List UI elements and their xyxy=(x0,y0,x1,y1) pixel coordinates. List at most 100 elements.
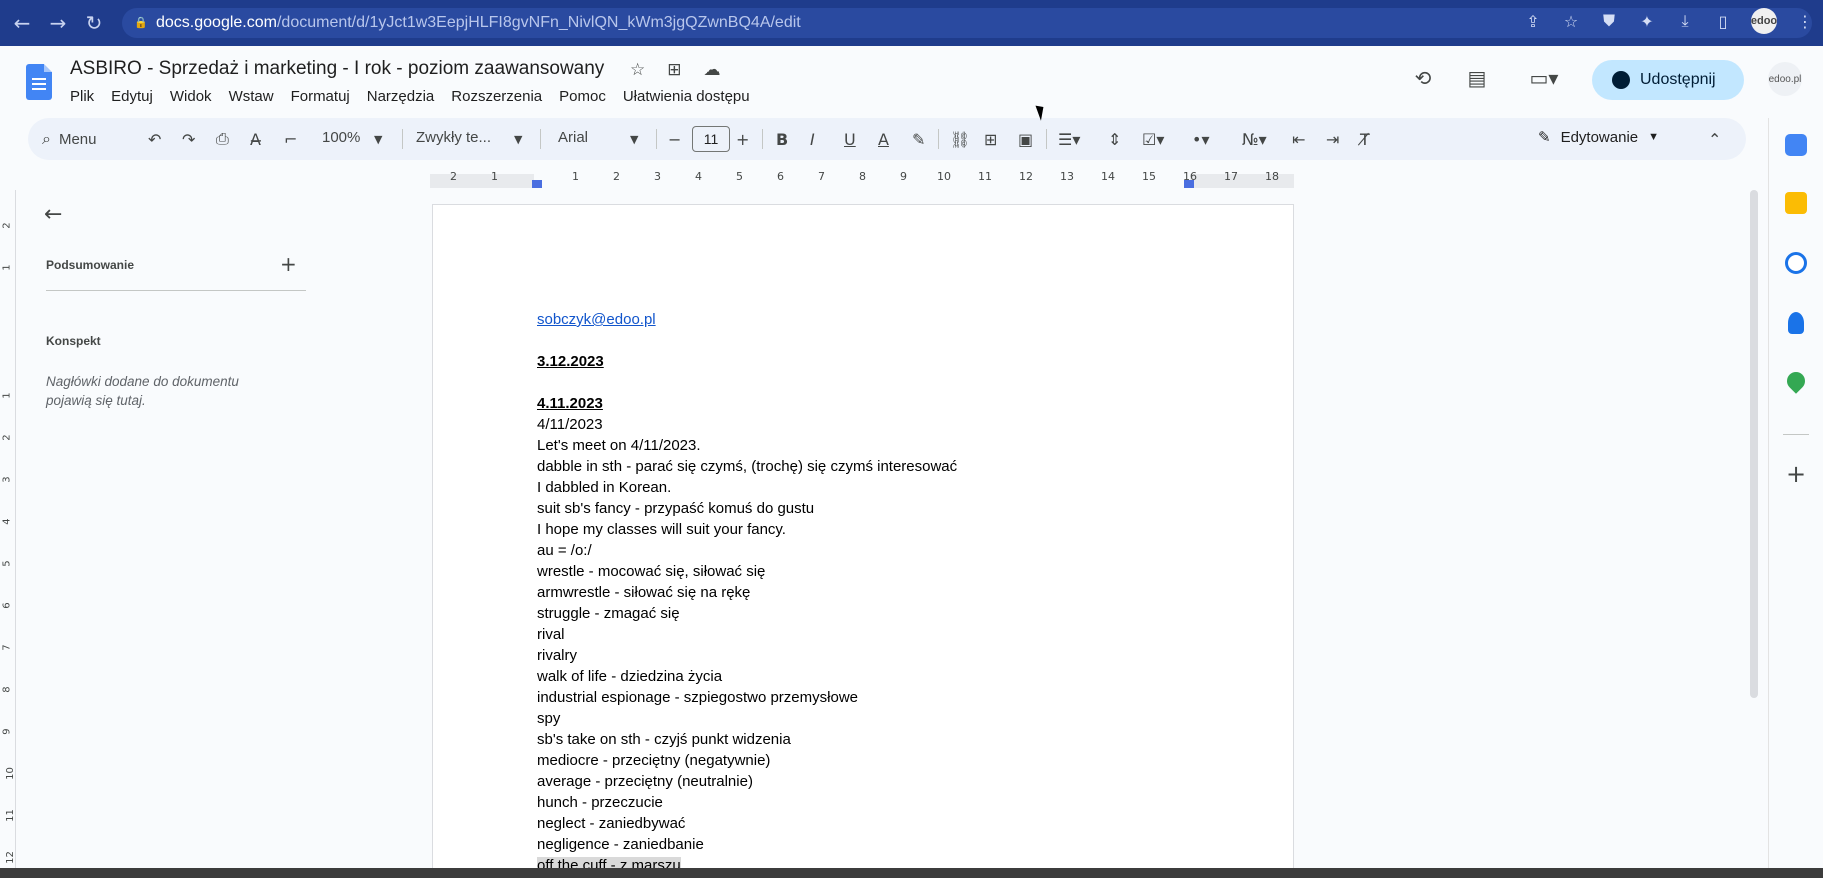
ruler-number: 13 xyxy=(1060,170,1074,183)
vertical-ruler[interactable]: 2 1 1 2 3 4 5 6 7 8 9 10 11 12 xyxy=(2,190,16,878)
font-chevron-icon[interactable]: ▼ xyxy=(630,127,638,151)
ruler-number: 9 xyxy=(900,170,907,183)
bookmark-star-icon[interactable]: ☆ xyxy=(1561,12,1581,31)
menu-bar: Plik Edytuj Widok Wstaw Formatuj Narzędz… xyxy=(70,88,767,105)
clear-formatting-icon[interactable]: T̸ xyxy=(1360,127,1370,151)
decrease-indent-icon[interactable]: ⇤ xyxy=(1292,127,1305,151)
zoom-select[interactable]: 100% xyxy=(322,129,360,146)
increase-indent-icon[interactable]: ⇥ xyxy=(1326,127,1339,151)
menu-help[interactable]: Pomoc xyxy=(559,88,614,105)
undo-icon[interactable]: ↶ xyxy=(148,127,161,151)
date-heading: 4.11.2023 xyxy=(537,395,603,412)
underline-icon[interactable]: U xyxy=(844,127,856,151)
style-chevron-icon[interactable]: ▼ xyxy=(514,127,522,151)
redo-icon[interactable]: ↷ xyxy=(182,127,195,151)
email-link[interactable]: sobczyk@edoo.pl xyxy=(537,311,656,328)
menu-tools[interactable]: Narzędzia xyxy=(367,88,443,105)
right-indent-marker[interactable] xyxy=(1184,180,1194,188)
font-select[interactable]: Arial xyxy=(558,129,588,146)
close-outline-arrow-icon[interactable]: ← xyxy=(44,202,62,227)
docs-header: ASBIRO - Sprzedaż i marketing - I rok - … xyxy=(0,46,1823,112)
back-icon[interactable]: ← xyxy=(8,9,36,37)
editing-mode-select[interactable]: ✎ Edytowanie ▼ xyxy=(1538,128,1659,146)
move-folder-icon[interactable]: ⊞ xyxy=(667,60,681,80)
puzzle-extensions-icon[interactable]: ✦ xyxy=(1637,12,1657,31)
reload-icon[interactable]: ↻ xyxy=(80,9,108,37)
bulleted-list-icon[interactable]: •▾ xyxy=(1192,127,1209,151)
tasks-icon[interactable] xyxy=(1785,252,1807,274)
profile-avatar[interactable]: edoo xyxy=(1751,8,1777,34)
menu-format[interactable]: Formatuj xyxy=(291,88,358,105)
ruler-number: 17 xyxy=(1224,170,1238,183)
bold-icon[interactable]: B xyxy=(776,127,788,151)
meet-video-icon[interactable]: ▭▾ xyxy=(1524,66,1564,92)
align-icon[interactable]: ☰▾ xyxy=(1058,127,1080,151)
numbered-list-icon[interactable]: №▾ xyxy=(1242,127,1267,151)
document-scrollbar[interactable] xyxy=(1750,190,1758,698)
menu-extensions[interactable]: Rozszerzenia xyxy=(451,88,550,105)
menu-view[interactable]: Widok xyxy=(170,88,220,105)
paint-format-icon[interactable]: ⌐ xyxy=(284,127,297,151)
checklist-icon[interactable]: ☑▾ xyxy=(1142,127,1164,151)
add-comment-icon[interactable]: ⊞ xyxy=(984,127,997,151)
menu-search[interactable]: ⌕ Menu xyxy=(36,124,138,154)
menu-edit[interactable]: Edytuj xyxy=(111,88,161,105)
browser-toolbar: ← → ↻ 🔒 docs.google.com/document/d/1yJct… xyxy=(0,0,1823,46)
style-select[interactable]: Zwykły te... xyxy=(416,129,491,146)
zoom-chevron-icon[interactable]: ▼ xyxy=(374,127,382,151)
vruler-number: 1 xyxy=(1,264,13,271)
highlight-icon[interactable]: ✎ xyxy=(912,127,925,151)
vruler-number: 8 xyxy=(1,686,13,693)
get-addons-plus-icon[interactable]: + xyxy=(1786,460,1806,488)
text-line: I dabbled in Korean. xyxy=(537,479,672,496)
increase-font-icon[interactable]: + xyxy=(736,127,749,151)
vruler-number: 2 xyxy=(1,222,13,229)
account-avatar[interactable]: edoo.pl xyxy=(1768,62,1802,96)
browser-actions: ⇪ ☆ ⛊ ✦ ⤓ ▯ edoo ⋮ xyxy=(1523,8,1815,34)
docs-logo-icon[interactable] xyxy=(26,64,52,100)
version-history-icon[interactable]: ⟲ xyxy=(1410,66,1436,92)
ruler-number: 1 xyxy=(572,170,579,183)
title-actions: ☆ ⊞ ☁ xyxy=(630,60,721,80)
left-indent-marker[interactable] xyxy=(532,180,542,188)
italic-icon[interactable]: I xyxy=(810,127,815,151)
line-spacing-icon[interactable]: ⇕ xyxy=(1108,127,1121,151)
menu-insert[interactable]: Wstaw xyxy=(229,88,282,105)
document-title[interactable]: ASBIRO - Sprzedaż i marketing - I rok - … xyxy=(70,58,604,80)
menu-file[interactable]: Plik xyxy=(70,88,102,105)
side-panel-icon[interactable]: ▯ xyxy=(1713,12,1733,31)
ruler-number: 8 xyxy=(859,170,866,183)
share-page-icon[interactable]: ⇪ xyxy=(1523,12,1543,31)
vruler-number: 2 xyxy=(1,434,13,441)
document-page[interactable]: sobczyk@edoo.pl 3.12.2023 4.11.2023 4/11… xyxy=(432,204,1294,878)
keep-icon[interactable] xyxy=(1785,192,1807,214)
download-icon[interactable]: ⤓ xyxy=(1675,11,1695,31)
text-line: suit sb's fancy - przypaść komuś do gust… xyxy=(537,500,815,517)
insert-image-icon[interactable]: ▣ xyxy=(1018,127,1033,151)
forward-icon[interactable]: → xyxy=(44,9,72,37)
text-line: 4/11/2023 xyxy=(537,416,603,433)
vruler-number: 9 xyxy=(1,728,13,735)
spellcheck-icon[interactable]: A̶ xyxy=(250,127,261,151)
comments-icon[interactable]: ▤ xyxy=(1464,66,1490,92)
add-summary-icon[interactable]: + xyxy=(280,252,297,276)
horizontal-ruler[interactable]: 2 1 1 2 3 4 5 6 7 8 9 10 11 12 13 14 15 … xyxy=(430,168,1294,190)
menu-accessibility[interactable]: Ułatwienia dostępu xyxy=(623,88,758,105)
link-icon[interactable]: ⛓ xyxy=(950,127,970,151)
text-line: I hope my classes will suit your fancy. xyxy=(537,521,786,538)
cloud-status-icon[interactable]: ☁ xyxy=(704,60,721,80)
contacts-icon[interactable] xyxy=(1788,312,1804,334)
star-icon[interactable]: ☆ xyxy=(630,60,645,80)
maps-icon[interactable] xyxy=(1783,368,1809,394)
text-color-icon[interactable]: A xyxy=(878,127,889,151)
print-icon[interactable]: ⎙ xyxy=(216,127,229,151)
shield-extension-icon[interactable]: ⛊ xyxy=(1599,11,1619,31)
decrease-font-icon[interactable]: − xyxy=(668,127,681,151)
more-vert-icon[interactable]: ⋮ xyxy=(1795,12,1815,31)
share-button[interactable]: Udostępnij xyxy=(1592,60,1744,100)
document-body[interactable]: sobczyk@edoo.pl 3.12.2023 4.11.2023 4/11… xyxy=(537,309,1237,876)
collapse-menus-icon[interactable]: ⌃ xyxy=(1708,127,1721,151)
ruler-number: 10 xyxy=(937,170,951,183)
calendar-icon[interactable] xyxy=(1785,134,1807,156)
font-size-input[interactable]: 11 xyxy=(692,126,730,152)
